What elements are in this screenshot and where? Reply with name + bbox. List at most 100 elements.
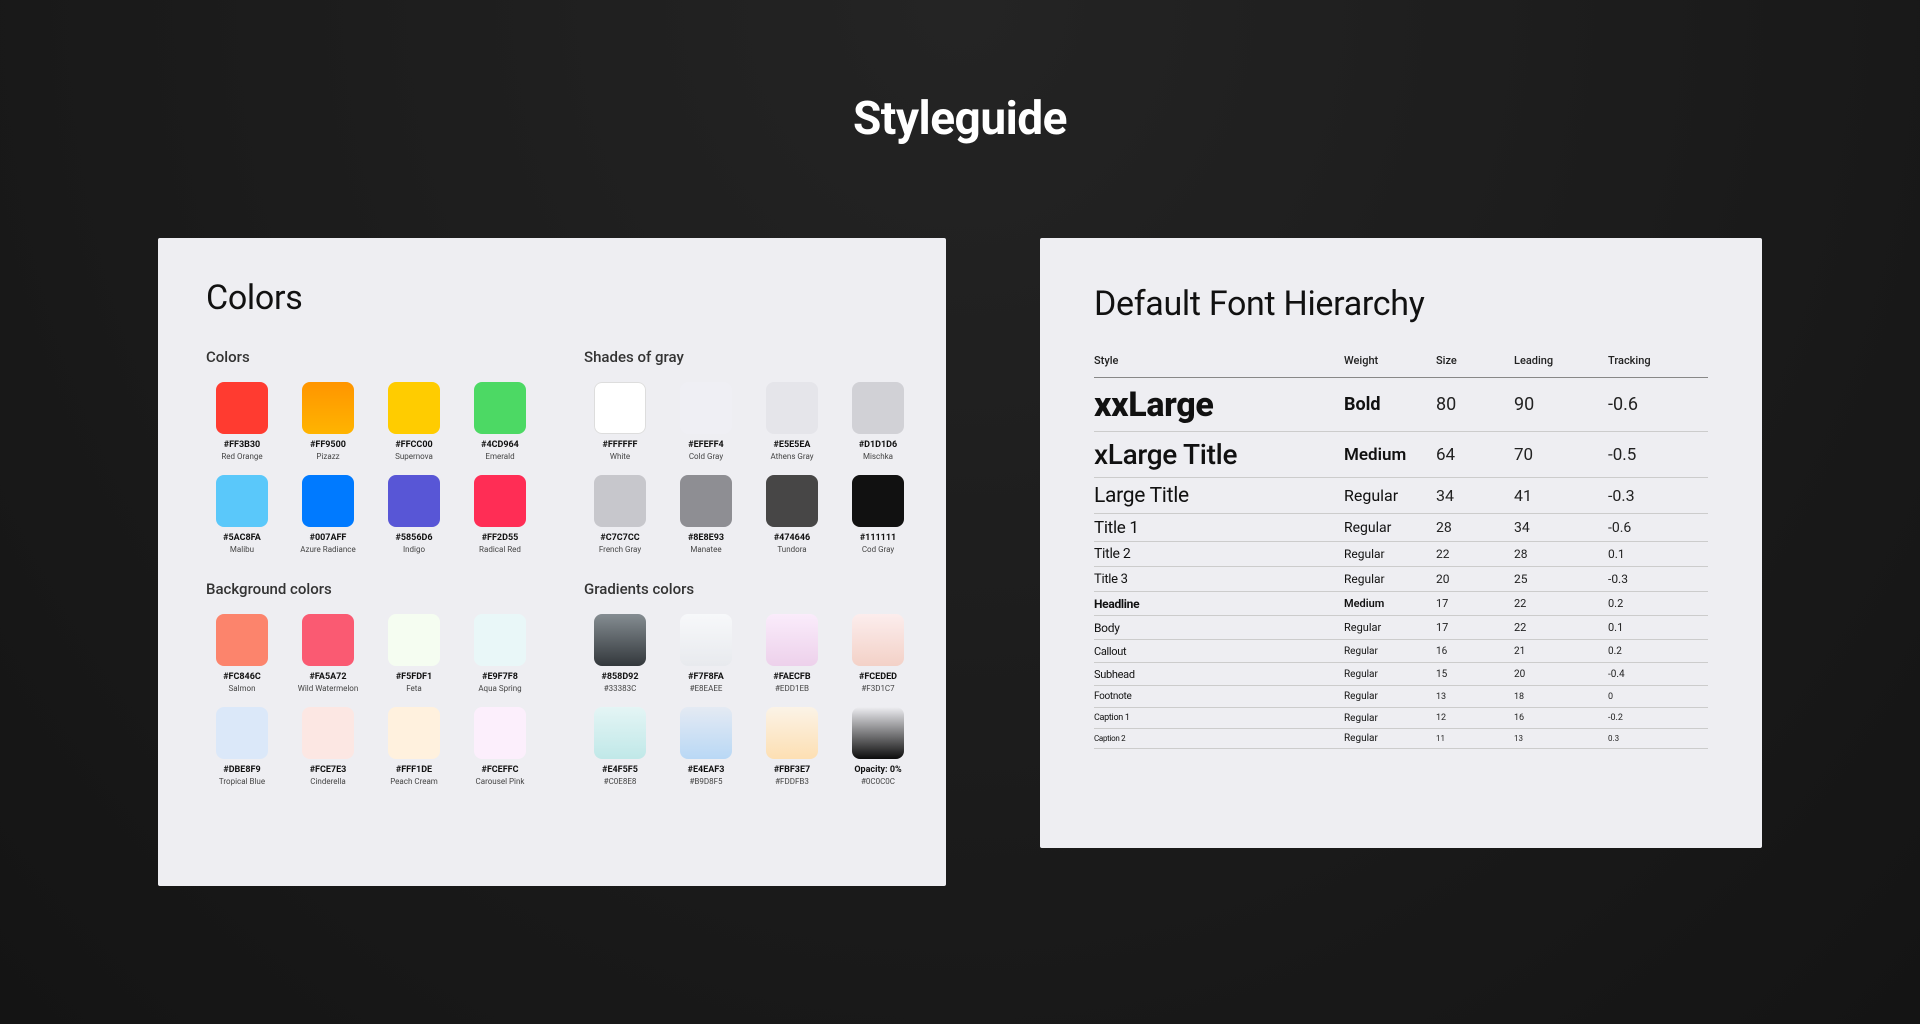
style-cell: Title 3 [1094, 572, 1344, 587]
swatch-name: #FDDFB3 [775, 777, 809, 786]
swatch-chip [216, 614, 268, 666]
colors-heading: Colors [206, 278, 898, 318]
style-cell: Caption 2 [1094, 734, 1344, 743]
color-swatch: #E4F5F5#C0E8E8 [584, 707, 656, 786]
backgrounds-section-label: Background colors [206, 580, 536, 598]
swatch-hex: #8E8E93 [688, 533, 724, 543]
color-swatch: #FCEDED#F3D1C7 [842, 614, 914, 693]
color-swatch: #E4EAF3#B9D8F5 [670, 707, 742, 786]
style-cell: Title 2 [1094, 546, 1344, 562]
color-swatch: #858D92#33383C [584, 614, 656, 693]
swatch-name: #33383C [604, 684, 637, 693]
swatch-name: Manatee [690, 545, 721, 554]
swatch-hex: #F7F8FA [688, 672, 724, 682]
color-swatch: #C7C7CCFrench Gray [584, 475, 656, 554]
swatch-name: Azure Radiance [300, 545, 355, 554]
swatch-hex: #FF2D55 [482, 533, 519, 543]
leading-cell: 28 [1514, 547, 1608, 561]
weight-cell: Regular [1344, 713, 1436, 724]
weight-cell: Regular [1344, 646, 1436, 657]
typo-header-row: Style Weight Size Leading Tracking [1094, 354, 1708, 378]
swatch-hex: #FBF3E7 [774, 765, 810, 775]
color-swatch: #E5E5EAAthens Gray [756, 382, 828, 461]
swatch-hex: #EFEFF4 [688, 440, 723, 450]
leading-cell: 16 [1514, 713, 1608, 723]
weight-cell: Medium [1344, 597, 1436, 610]
color-swatch: #FC846CSalmon [206, 614, 278, 693]
swatch-chip [680, 475, 732, 527]
swatch-chip [302, 475, 354, 527]
grays-section-label: Shades of gray [584, 348, 914, 366]
swatch-name: Cold Gray [689, 452, 723, 461]
swatch-chip [594, 382, 646, 434]
swatch-name: Aqua Spring [478, 684, 521, 693]
colors-row-2: Background colors #FC846CSalmon#FA5A72Wi… [206, 580, 898, 786]
size-cell: 16 [1436, 646, 1514, 657]
tracking-cell: 0.2 [1608, 597, 1698, 610]
tracking-cell: -0.3 [1608, 486, 1698, 505]
swatch-name: Tundora [777, 545, 806, 554]
color-swatch: #007AFF Azure Radiance [292, 475, 364, 554]
color-swatch: #FF2D55Radical Red [464, 475, 536, 554]
swatch-name: Mischka [863, 452, 893, 461]
size-cell: 28 [1436, 520, 1514, 536]
swatch-hex: #007AFF [310, 533, 347, 543]
typo-row: SubheadRegular1520-0.4 [1094, 663, 1708, 686]
color-swatch: #FFF1DEPeach Cream [378, 707, 450, 786]
swatch-chip [216, 382, 268, 434]
colors-grid: #FF3B30Red Orange#FF9500Pizazz#FFCC00Sup… [206, 382, 536, 554]
swatch-hex: #FC846C [223, 672, 261, 682]
swatch-name: Pizazz [316, 452, 339, 461]
swatch-hex: #474646 [774, 533, 810, 543]
color-swatch: #D1D1D6 Mischka [842, 382, 914, 461]
typo-row: xLarge TitleMedium6470-0.5 [1094, 432, 1708, 478]
color-swatch: #F5FDF1Feta [378, 614, 450, 693]
swatch-chip [766, 614, 818, 666]
leading-cell: 25 [1514, 572, 1608, 586]
swatch-hex: #E4F5F5 [602, 765, 638, 775]
swatch-hex: #DBE8F9 [223, 765, 260, 775]
size-cell: 34 [1436, 486, 1514, 505]
size-cell: 80 [1436, 394, 1514, 415]
tracking-cell: 0.1 [1608, 621, 1698, 634]
swatch-name: #E8EAEE [690, 684, 723, 693]
color-swatch: #5856D6Indigo [378, 475, 450, 554]
tracking-cell: -0.4 [1608, 669, 1698, 680]
leading-cell: 34 [1514, 520, 1608, 536]
swatch-hex: #D1D1D6 [859, 440, 897, 450]
color-swatch: #FCEFFCCarousel Pink [464, 707, 536, 786]
swatch-chip [474, 614, 526, 666]
swatch-name: Red Orange [221, 452, 262, 461]
tracking-cell: 0 [1608, 692, 1698, 702]
swatch-hex: #FCEDED [859, 672, 897, 682]
grays-section: Shades of gray #FFFFFFWhite#EFEFF4Cold G… [584, 348, 914, 554]
gradients-grid: #858D92#33383C#F7F8FA#E8EAEE#FAECFB#EDD1… [584, 614, 914, 786]
color-swatch: #FF9500Pizazz [292, 382, 364, 461]
color-swatch: #474646 Tundora [756, 475, 828, 554]
weight-cell: Regular [1344, 547, 1436, 561]
swatch-chip [216, 475, 268, 527]
colors-section: Colors #FF3B30Red Orange#FF9500Pizazz#FF… [206, 348, 536, 554]
tracking-cell: 0.3 [1608, 734, 1698, 743]
color-swatch: #111111Cod Gray [842, 475, 914, 554]
swatch-hex: #5AC8FA [223, 533, 261, 543]
page-title: Styleguide [0, 0, 1920, 146]
leading-cell: 22 [1514, 621, 1608, 634]
swatch-name: #0C0C0C [861, 777, 895, 786]
leading-cell: 41 [1514, 486, 1608, 505]
color-swatch: #8E8E93 Manatee [670, 475, 742, 554]
swatch-name: Malibu [230, 545, 254, 554]
typo-row: HeadlineMedium17220.2 [1094, 592, 1708, 616]
swatch-name: Tropical Blue [219, 777, 265, 786]
size-cell: 11 [1436, 734, 1514, 743]
color-swatch: #F7F8FA #E8EAEE [670, 614, 742, 693]
swatch-hex: #FFF1DE [396, 765, 432, 775]
size-cell: 17 [1436, 621, 1514, 634]
swatch-name: #B9D8F5 [689, 777, 722, 786]
col-weight: Weight [1344, 354, 1436, 367]
swatch-chip [474, 475, 526, 527]
typo-row: Title 3Regular2025-0.3 [1094, 567, 1708, 592]
swatch-hex: #FCE7E3 [310, 765, 347, 775]
color-swatch: #5AC8FA Malibu [206, 475, 278, 554]
swatch-chip [852, 382, 904, 434]
